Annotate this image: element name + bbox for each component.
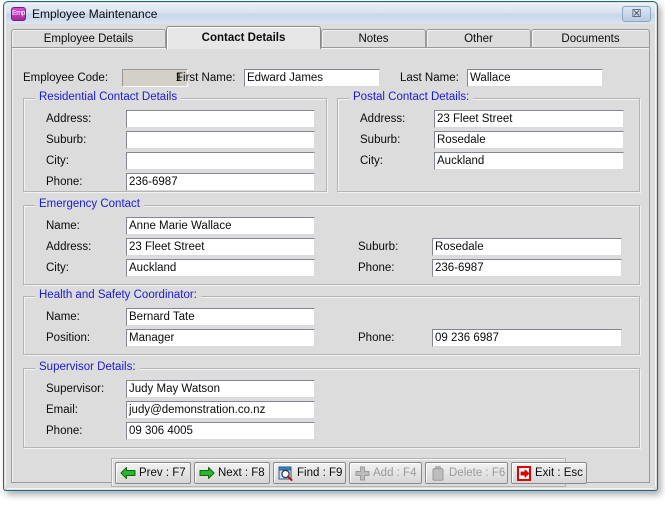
- delete-button-label: Delete : F6: [449, 467, 506, 479]
- client-area: Employee Details Contact Details Notes O…: [6, 24, 655, 488]
- tab-strip: Employee Details Contact Details Notes O…: [11, 26, 650, 49]
- postal-city-field[interactable]: Auckland: [434, 152, 624, 170]
- tab-contact-details[interactable]: Contact Details: [166, 26, 321, 49]
- contact-details-page: Employee Code: 1 First Name: Edward Jame…: [11, 47, 650, 487]
- first-name-label: First Name:: [176, 72, 236, 84]
- emergency-address-label: Address:: [46, 241, 92, 253]
- last-name-field[interactable]: Wallace: [467, 69, 603, 87]
- prev-button-label: Prev : F7: [139, 467, 186, 479]
- residential-contact-group: Residential Contact Details Address: Sub…: [23, 91, 327, 192]
- postal-suburb-field[interactable]: Rosedale: [434, 131, 624, 149]
- title-bar: Emp Employee Maintenance ☒: [6, 4, 655, 24]
- close-icon: ☒: [631, 7, 642, 20]
- health-safety-group: Health and Safety Coordinator: Name: Ber…: [23, 289, 640, 355]
- last-name-label: Last Name:: [400, 72, 459, 84]
- tab-label: Contact Details: [201, 32, 286, 44]
- health-safety-phone-label: Phone:: [358, 332, 395, 344]
- emergency-phone-label: Phone:: [358, 262, 395, 274]
- supervisor-label: Supervisor:: [46, 383, 105, 395]
- residential-address-field[interactable]: [126, 110, 315, 128]
- supervisor-field[interactable]: Judy May Watson: [126, 380, 315, 398]
- prev-button[interactable]: Prev : F7: [115, 462, 191, 484]
- trash-icon: [429, 464, 447, 482]
- supervisor-email-label: Email:: [46, 404, 78, 416]
- residential-city-field[interactable]: [126, 152, 315, 170]
- health-safety-phone-field[interactable]: 09 236 6987: [432, 329, 622, 347]
- plus-icon: [353, 464, 371, 482]
- add-button-label: Add : F4: [373, 467, 417, 479]
- add-button: Add : F4: [349, 462, 422, 484]
- postal-suburb-label: Suburb:: [360, 134, 401, 146]
- next-button-label: Next : F8: [218, 467, 265, 479]
- health-safety-title: Health and Safety Coordinator:: [35, 289, 201, 301]
- tab-label: Notes: [358, 33, 389, 45]
- employee-code-label: Employee Code:: [23, 72, 109, 84]
- arrow-left-green-icon: [119, 464, 137, 482]
- emergency-city-field[interactable]: Auckland: [126, 259, 315, 277]
- tab-employee-details[interactable]: Employee Details: [11, 29, 166, 48]
- residential-phone-label: Phone:: [46, 176, 83, 188]
- app-icon: Emp: [11, 7, 26, 21]
- postal-address-field[interactable]: 23 Fleet Street: [434, 110, 624, 128]
- employee-maintenance-window: Emp Employee Maintenance ☒ Employee Deta…: [3, 1, 658, 491]
- residential-suburb-field[interactable]: [126, 131, 315, 149]
- postal-address-label: Address:: [360, 113, 406, 125]
- exit-door-icon: [515, 464, 533, 482]
- exit-button-label: Exit : Esc: [535, 467, 583, 479]
- tab-documents[interactable]: Documents: [531, 29, 650, 48]
- supervisor-details-group: Supervisor Details: Supervisor: Judy May…: [23, 361, 640, 448]
- supervisor-phone-label: Phone:: [46, 425, 83, 437]
- tab-other[interactable]: Other: [426, 29, 531, 48]
- residential-suburb-label: Suburb:: [46, 134, 87, 146]
- emergency-city-label: City:: [46, 262, 69, 274]
- health-safety-name-field[interactable]: Bernard Tate: [126, 308, 315, 326]
- close-button[interactable]: ☒: [622, 6, 651, 22]
- emergency-name-label: Name:: [46, 220, 80, 232]
- health-safety-position-field[interactable]: Manager: [126, 329, 315, 347]
- emergency-suburb-label: Suburb:: [358, 241, 399, 253]
- residential-contact-title: Residential Contact Details: [35, 91, 182, 103]
- find-button-label: Find : F9: [297, 467, 343, 479]
- supervisor-email-field[interactable]: judy@demonstration.co.nz: [126, 401, 315, 419]
- emergency-address-field[interactable]: 23 Fleet Street: [126, 238, 315, 256]
- supervisor-phone-field[interactable]: 09 306 4005: [126, 422, 315, 440]
- first-name-field[interactable]: Edward James: [244, 69, 380, 87]
- postal-contact-group: Postal Contact Details: Address: 23 Flee…: [337, 91, 640, 192]
- residential-address-label: Address:: [46, 113, 92, 125]
- window-title: Employee Maintenance: [32, 7, 158, 21]
- delete-button: Delete : F6: [425, 462, 508, 484]
- magnifier-icon: [277, 464, 295, 482]
- tab-label: Employee Details: [43, 33, 134, 45]
- postal-contact-title: Postal Contact Details:: [349, 91, 474, 103]
- action-button-bar: Prev : F7 Next : F8 Find: F9 Add: F4 D…: [111, 458, 587, 487]
- health-safety-name-label: Name:: [46, 311, 80, 323]
- next-button[interactable]: Next : F8: [194, 462, 270, 484]
- health-safety-position-label: Position:: [46, 332, 91, 344]
- residential-city-label: City:: [46, 155, 69, 167]
- residential-phone-field[interactable]: 236-6987: [126, 173, 315, 191]
- emergency-name-field[interactable]: Anne Marie Wallace: [126, 217, 315, 235]
- tab-label: Documents: [561, 33, 620, 45]
- exit-button[interactable]: Exit : Esc: [511, 462, 587, 484]
- supervisor-details-title: Supervisor Details:: [35, 361, 140, 373]
- arrow-right-green-icon: [198, 464, 216, 482]
- tab-label: Other: [464, 33, 493, 45]
- screenshot-root: Emp Employee Maintenance ☒ Employee Deta…: [0, 0, 665, 506]
- tab-notes[interactable]: Notes: [321, 29, 426, 48]
- postal-city-label: City:: [360, 155, 383, 167]
- emergency-phone-field[interactable]: 236-6987: [432, 259, 622, 277]
- emergency-contact-group: Emergency Contact Name: Anne Marie Walla…: [23, 198, 640, 285]
- find-button[interactable]: Find : F9: [273, 462, 346, 484]
- emergency-suburb-field[interactable]: Rosedale: [432, 238, 622, 256]
- emergency-contact-title: Emergency Contact: [35, 198, 144, 210]
